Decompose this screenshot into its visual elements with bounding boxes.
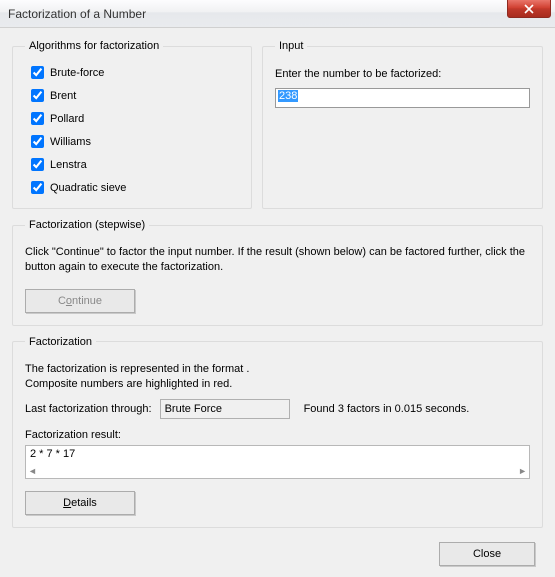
algo-label: Williams bbox=[50, 136, 91, 148]
scroll-right-icon[interactable]: ► bbox=[518, 466, 527, 476]
close-button[interactable]: Close bbox=[439, 542, 535, 566]
algo-checkbox-brute-force[interactable] bbox=[31, 66, 44, 79]
result-label: Factorization result: bbox=[25, 429, 530, 441]
algo-row-pollard: Pollard bbox=[31, 112, 239, 125]
last-method-field bbox=[160, 399, 290, 419]
window-close-button[interactable] bbox=[507, 0, 551, 18]
number-input-wrap[interactable]: 238 bbox=[275, 88, 530, 108]
algo-checkbox-williams[interactable] bbox=[31, 135, 44, 148]
algo-row-brute-force: Brute-force bbox=[31, 66, 239, 79]
algo-label: Pollard bbox=[50, 113, 84, 125]
input-legend: Input bbox=[275, 40, 307, 52]
continue-button[interactable]: Continue bbox=[25, 289, 135, 313]
input-label: Enter the number to be factorized: bbox=[275, 68, 530, 80]
result-value: 2 * 7 * 17 bbox=[30, 448, 75, 460]
number-input[interactable]: 238 bbox=[278, 90, 298, 102]
result-field[interactable]: 2 * 7 * 17 ◄ ► bbox=[25, 445, 530, 479]
window-title: Factorization of a Number bbox=[8, 7, 146, 21]
close-icon bbox=[524, 4, 534, 14]
algo-label: Lenstra bbox=[50, 159, 87, 171]
factorization-desc: The factorization is represented in the … bbox=[25, 362, 530, 392]
algo-row-williams: Williams bbox=[31, 135, 239, 148]
factorization-legend: Factorization bbox=[25, 336, 96, 348]
found-factors-text: Found 3 factors in 0.015 seconds. bbox=[304, 403, 470, 415]
algo-label: Brute-force bbox=[50, 67, 104, 79]
details-button[interactable]: Details bbox=[25, 491, 135, 515]
stepwise-text: Click "Continue" to factor the input num… bbox=[25, 245, 530, 275]
algo-row-quadratic-sieve: Quadratic sieve bbox=[31, 181, 239, 194]
algo-checkbox-quadratic-sieve[interactable] bbox=[31, 181, 44, 194]
algo-row-brent: Brent bbox=[31, 89, 239, 102]
title-bar: Factorization of a Number bbox=[0, 0, 555, 28]
algo-checkbox-pollard[interactable] bbox=[31, 112, 44, 125]
algo-checkbox-lenstra[interactable] bbox=[31, 158, 44, 171]
algo-label: Brent bbox=[50, 90, 76, 102]
algorithms-legend: Algorithms for factorization bbox=[25, 40, 163, 52]
factorization-group: Factorization The factorization is repre… bbox=[12, 336, 543, 529]
scroll-left-icon[interactable]: ◄ bbox=[28, 466, 37, 476]
stepwise-legend: Factorization (stepwise) bbox=[25, 219, 149, 231]
last-method-label: Last factorization through: bbox=[25, 403, 152, 415]
input-group: Input Enter the number to be factorized:… bbox=[262, 40, 543, 209]
algo-label: Quadratic sieve bbox=[50, 182, 126, 194]
algo-checkbox-brent[interactable] bbox=[31, 89, 44, 102]
stepwise-group: Factorization (stepwise) Click "Continue… bbox=[12, 219, 543, 326]
algorithms-group: Algorithms for factorization Brute-force… bbox=[12, 40, 252, 209]
result-scrollbar[interactable]: ◄ ► bbox=[26, 464, 529, 478]
dialog-body: Algorithms for factorization Brute-force… bbox=[0, 28, 555, 577]
algo-row-lenstra: Lenstra bbox=[31, 158, 239, 171]
